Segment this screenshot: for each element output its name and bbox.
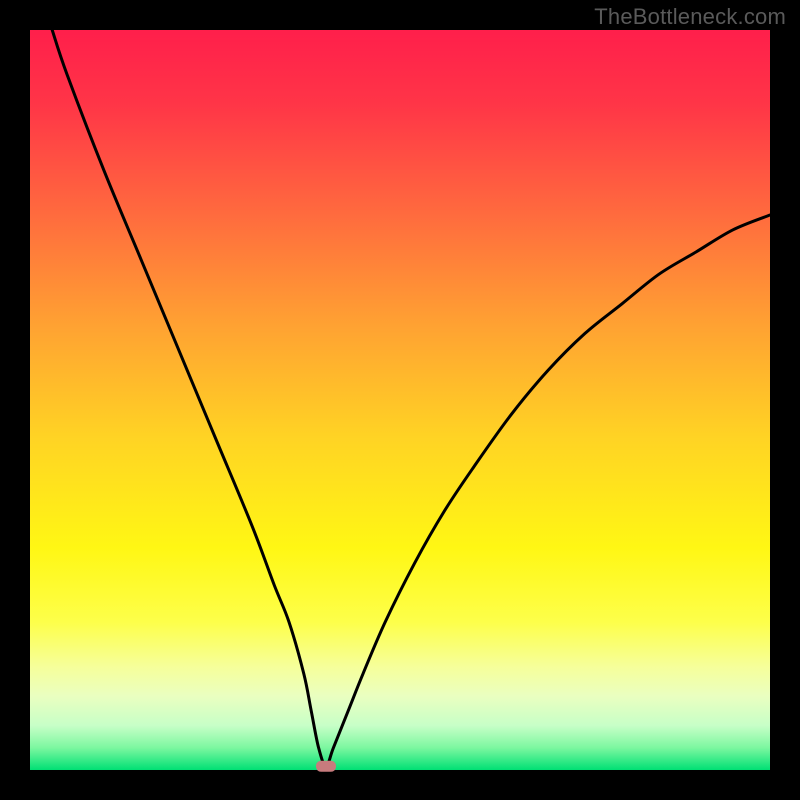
plot-background — [30, 30, 770, 770]
watermark-text: TheBottleneck.com — [594, 4, 786, 30]
optimal-point-marker — [316, 761, 336, 772]
bottleneck-chart — [0, 0, 800, 800]
chart-frame: TheBottleneck.com — [0, 0, 800, 800]
